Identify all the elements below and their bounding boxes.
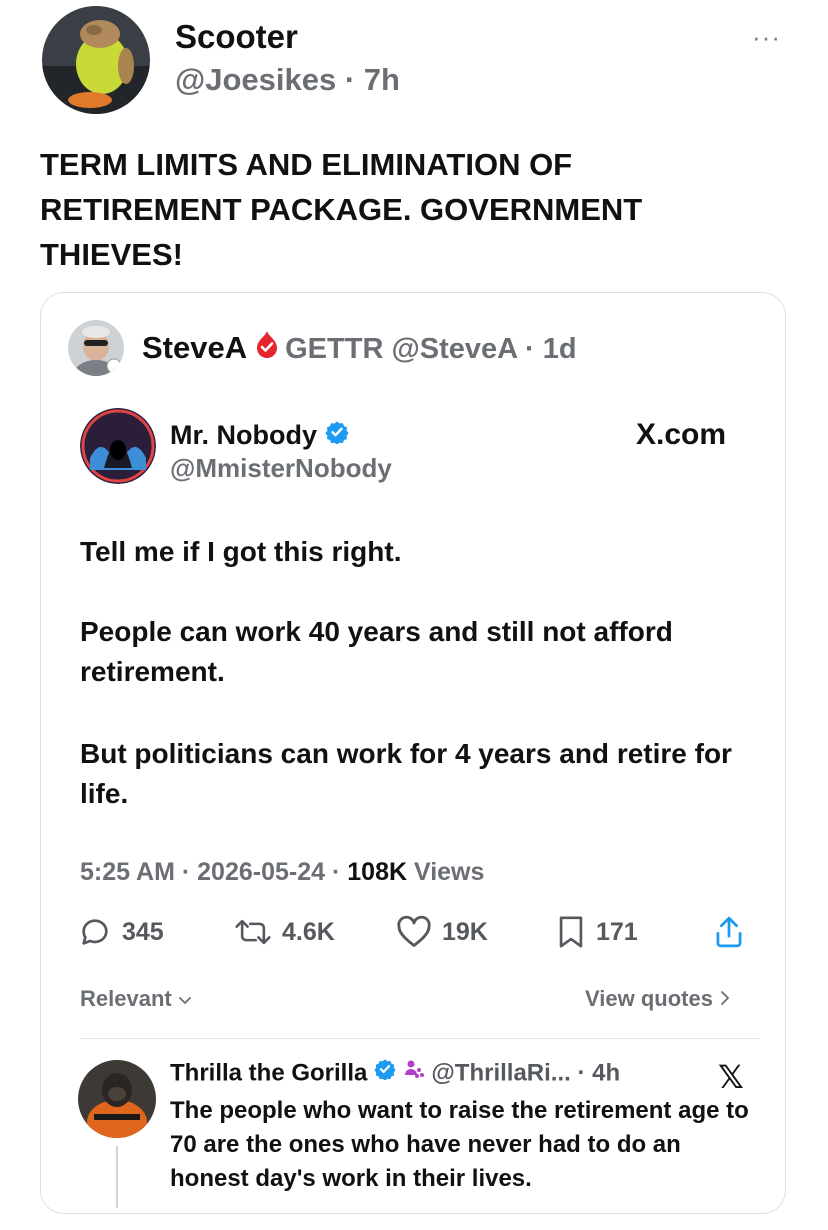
source-label: X.com xyxy=(636,418,727,451)
reply-author-handle: @ThrillaRi... xyxy=(431,1059,571,1087)
like-count: 19K xyxy=(442,917,488,946)
repost-count: 4.6K xyxy=(282,917,335,946)
heart-icon xyxy=(397,915,431,947)
view-quotes-link: View quotes xyxy=(585,986,731,1012)
screenshot-author-avatar xyxy=(80,408,156,484)
view-quotes-label: View quotes xyxy=(585,986,713,1011)
reply-age: 4h xyxy=(592,1059,621,1087)
share-icon xyxy=(716,916,742,948)
x-logo: 𝕏 xyxy=(718,1059,744,1095)
views-label: Views xyxy=(413,858,485,886)
views-count: 108K xyxy=(347,858,408,886)
quoted-author-avatar[interactable] xyxy=(68,320,124,376)
like-button: 19K xyxy=(396,914,488,950)
quoted-author-name[interactable]: SteveA xyxy=(142,330,247,365)
reply-header: Thrilla the Gorilla @ThrillaRi... · 4h xyxy=(170,1058,621,1087)
screenshot-paragraph: People can work 40 years and still not a… xyxy=(80,616,673,687)
gettr-badge-icon xyxy=(255,330,279,366)
screenshot-meta: 5:25 AM · 2026-05-24 · 108K Views xyxy=(80,858,485,886)
screenshot-author-handle: @MmisterNobody xyxy=(170,453,392,483)
post-text: TERM LIMITS AND ELIMINATION OF RETIREMEN… xyxy=(40,147,643,272)
author-handle-time: @Joesikes · 7h xyxy=(175,62,400,97)
quoted-post-age: 1d xyxy=(542,333,577,366)
author-handle[interactable]: @Joesikes xyxy=(175,62,336,97)
repost-icon xyxy=(235,919,271,945)
reply-text: The people who want to raise the retirem… xyxy=(170,1097,749,1192)
bookmark-icon xyxy=(559,916,583,948)
platform-label: GETTR xyxy=(285,333,384,366)
sort-label: Relevant xyxy=(80,986,172,1011)
verified-badge-icon xyxy=(324,420,349,451)
share-button xyxy=(712,914,756,950)
quoted-author-line: SteveA GETTR @SteveA · 1d xyxy=(142,330,577,366)
more-options-button[interactable]: ··· xyxy=(752,22,781,53)
reply-count: 345 xyxy=(122,917,164,946)
quoted-author-handle[interactable]: @SteveA xyxy=(391,333,517,365)
reply-icon xyxy=(82,919,108,945)
thread-line xyxy=(116,1146,118,1208)
screenshot-paragraph: But politicians can work for 4 years and… xyxy=(80,738,732,809)
author-avatar[interactable] xyxy=(42,6,150,114)
sort-dropdown: Relevant xyxy=(80,986,192,1012)
divider xyxy=(80,1038,760,1039)
screenshot-author-name-line: Mr. Nobody xyxy=(170,420,349,454)
chevron-right-icon xyxy=(719,986,731,1011)
author-name[interactable]: Scooter xyxy=(175,18,298,56)
affiliate-icon xyxy=(403,1058,425,1087)
reply-author-avatar xyxy=(78,1060,156,1138)
chevron-down-icon xyxy=(178,986,192,1011)
verified-badge-icon xyxy=(374,1058,396,1087)
repost-button: 4.6K xyxy=(234,914,335,950)
bookmark-button: 171 xyxy=(556,914,638,950)
reply-author-name: Thrilla the Gorilla xyxy=(170,1059,368,1087)
screenshot-author-name: Mr. Nobody xyxy=(170,420,317,451)
reply-button: 345 xyxy=(78,914,164,950)
post-date: 2026-05-24 xyxy=(197,858,326,886)
post-time: 5:25 AM xyxy=(80,858,175,886)
post-age: 7h xyxy=(363,62,400,97)
bookmark-count: 171 xyxy=(596,917,638,946)
screenshot-paragraph: Tell me if I got this right. xyxy=(80,536,402,567)
